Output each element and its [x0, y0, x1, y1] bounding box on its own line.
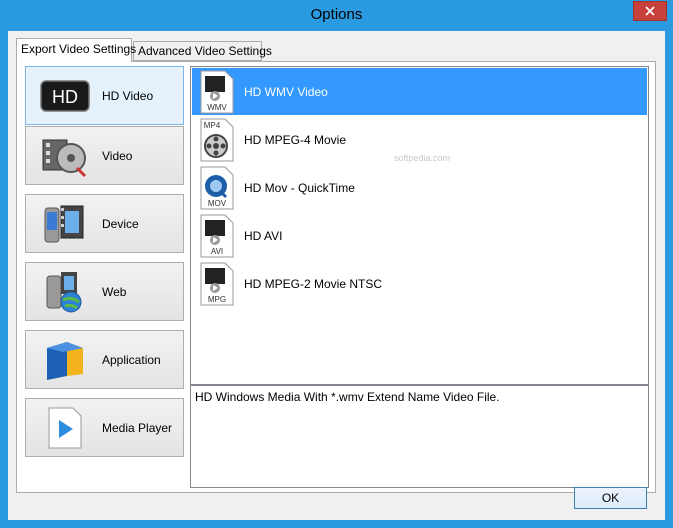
- format-label: HD MPEG-2 Movie NTSC: [244, 276, 383, 291]
- svg-text:HD: HD: [52, 87, 78, 107]
- dialog-client-area: Export Video Settings Advanced Video Set…: [8, 31, 665, 520]
- svg-text:MP4: MP4: [204, 121, 221, 130]
- close-icon: [645, 6, 655, 16]
- format-item-hd-wmv[interactable]: WMV HD WMV Video: [192, 68, 647, 115]
- category-label: Media Player: [102, 420, 173, 435]
- tab-advanced-video-settings[interactable]: Advanced Video Settings: [133, 41, 272, 61]
- svg-text:MPG: MPG: [208, 295, 226, 304]
- category-application-button[interactable]: Application: [25, 330, 184, 389]
- svg-text:MOV: MOV: [208, 199, 227, 208]
- avi-file-icon: AVI: [200, 214, 234, 257]
- format-label: HD MPEG-4 Movie: [244, 132, 347, 147]
- category-device-button[interactable]: Device: [25, 194, 184, 253]
- format-label: HD WMV Video: [244, 84, 328, 99]
- category-media-player-button[interactable]: Media Player: [25, 398, 184, 457]
- format-label: HD Mov - QuickTime: [244, 180, 355, 195]
- film-reel-icon: [38, 132, 92, 180]
- web-globe-icon: [38, 268, 92, 316]
- hd-icon: HD: [38, 72, 92, 120]
- format-description: HD Windows Media With *.wmv Extend Name …: [190, 385, 649, 488]
- category-label: HD Video: [102, 88, 154, 103]
- svg-text:WMV: WMV: [207, 103, 227, 112]
- window-title: Options: [310, 6, 363, 23]
- wmv-file-icon: WMV: [200, 70, 234, 113]
- category-label: Device: [102, 216, 139, 231]
- mp4-file-icon: MP4: [200, 118, 234, 161]
- format-label: HD AVI: [244, 228, 283, 243]
- category-label: Web: [102, 284, 127, 299]
- export-settings-panel: HD HD Video Video Device Web Application…: [16, 61, 656, 493]
- title-bar[interactable]: Options: [0, 0, 673, 31]
- play-icon: [38, 404, 92, 452]
- format-item-hd-mpeg2-ntsc[interactable]: MPG HD MPEG-2 Movie NTSC: [192, 260, 647, 307]
- watermark: softpedia.com: [394, 153, 451, 163]
- category-video-button[interactable]: Video: [25, 126, 184, 185]
- options-window: Options Export Video Settings Advanced V…: [0, 0, 673, 528]
- device-icon: [38, 200, 92, 248]
- application-icon: [38, 336, 92, 384]
- category-label: Application: [102, 352, 161, 367]
- format-list: WMV HD WMV Video MP4 HD MPEG-4 Movie MOV…: [190, 66, 649, 385]
- format-item-hd-avi[interactable]: AVI HD AVI: [192, 212, 647, 259]
- category-web-button[interactable]: Web: [25, 262, 184, 321]
- category-hd-video-button[interactable]: HD HD Video: [25, 66, 184, 125]
- ok-button[interactable]: OK: [574, 487, 647, 509]
- mov-file-icon: MOV: [200, 166, 234, 209]
- svg-text:AVI: AVI: [211, 247, 223, 256]
- format-item-hd-mov[interactable]: MOV HD Mov - QuickTime: [192, 164, 647, 211]
- tab-export-video-settings[interactable]: Export Video Settings: [16, 38, 136, 62]
- category-label: Video: [102, 148, 133, 163]
- close-button[interactable]: [633, 1, 667, 21]
- mpg-file-icon: MPG: [200, 262, 234, 305]
